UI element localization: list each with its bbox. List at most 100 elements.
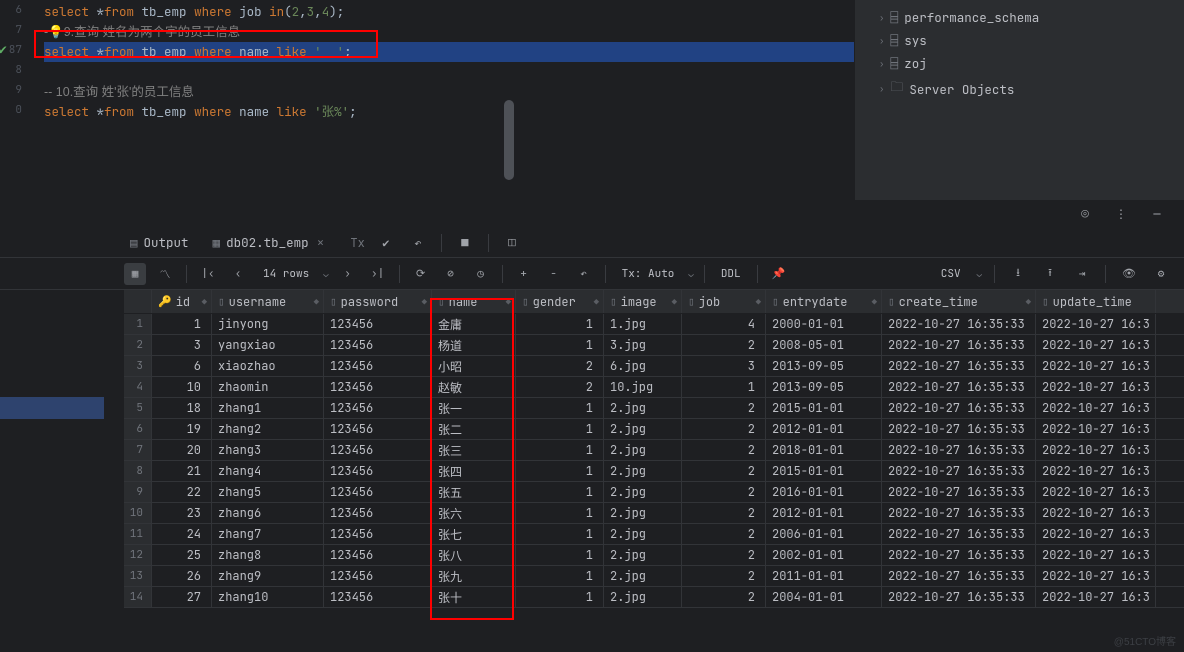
table-row[interactable]: 518zhang1123456张一12.jpg22015-01-012022-1… — [124, 398, 1184, 419]
cell-password[interactable]: 123456 — [324, 566, 432, 586]
cell-update-time[interactable]: 2022-10-27 16:3 — [1036, 398, 1156, 418]
cell-update-time[interactable]: 2022-10-27 16:3 — [1036, 377, 1156, 397]
csv-button[interactable]: CSV — [935, 267, 967, 281]
cell-id[interactable]: 19 — [152, 419, 212, 439]
cell-username[interactable]: jinyong — [212, 314, 324, 334]
download-icon[interactable]: ⭳ — [1007, 263, 1029, 285]
cell-id[interactable]: 23 — [152, 503, 212, 523]
cell-gender[interactable]: 1 — [516, 335, 604, 355]
target-icon[interactable]: ◎ — [1074, 203, 1096, 225]
col-header-name[interactable]: ▯name◆ — [432, 290, 516, 313]
cell-gender[interactable]: 2 — [516, 356, 604, 376]
col-header-password[interactable]: ▯password◆ — [324, 290, 432, 313]
table-row[interactable]: 1124zhang7123456张七12.jpg22006-01-012022-… — [124, 524, 1184, 545]
eye-icon[interactable]: 👁 — [1118, 263, 1140, 285]
cell-name[interactable]: 张八 — [432, 545, 516, 565]
revert-icon[interactable]: ↶ — [573, 263, 595, 285]
code-line[interactable]: select *from tb_emp where job in(2,3,4); — [44, 2, 854, 22]
upload-icon[interactable]: ⭱ — [1039, 263, 1061, 285]
layout-icon[interactable]: ◫ — [501, 232, 523, 254]
cell-job[interactable]: 2 — [682, 482, 766, 502]
table-row[interactable]: 821zhang4123456张四12.jpg22015-01-012022-1… — [124, 461, 1184, 482]
cell-name[interactable]: 张六 — [432, 503, 516, 523]
last-page-icon[interactable]: ›| — [367, 263, 389, 285]
cell-username[interactable]: zhaomin — [212, 377, 324, 397]
cell-username[interactable]: zhang7 — [212, 524, 324, 544]
cell-image[interactable]: 2.jpg — [604, 482, 682, 502]
cell-id[interactable]: 22 — [152, 482, 212, 502]
table-row[interactable]: 36xiaozhao123456小昭26.jpg32013-09-052022-… — [124, 356, 1184, 377]
cell-update-time[interactable]: 2022-10-27 16:3 — [1036, 566, 1156, 586]
cell-gender[interactable]: 1 — [516, 524, 604, 544]
rollback-icon[interactable]: ↶ — [407, 232, 429, 254]
first-page-icon[interactable]: |‹ — [197, 263, 219, 285]
cell-name[interactable]: 张二 — [432, 419, 516, 439]
cell-password[interactable]: 123456 — [324, 419, 432, 439]
cell-gender[interactable]: 1 — [516, 419, 604, 439]
cell-name[interactable]: 杨道 — [432, 335, 516, 355]
col-header-job[interactable]: ▯job◆ — [682, 290, 766, 313]
cell-entrydate[interactable]: 2006-01-01 — [766, 524, 882, 544]
cell-create-time[interactable]: 2022-10-27 16:35:33 — [882, 503, 1036, 523]
table-row[interactable]: 1225zhang8123456张八12.jpg22002-01-012022-… — [124, 545, 1184, 566]
cell-password[interactable]: 123456 — [324, 440, 432, 460]
cell-password[interactable]: 123456 — [324, 461, 432, 481]
col-header-image[interactable]: ▯image◆ — [604, 290, 682, 313]
table-row[interactable]: 1326zhang9123456张九12.jpg22011-01-012022-… — [124, 566, 1184, 587]
cell-name[interactable]: 金庸 — [432, 314, 516, 334]
code-line[interactable]: -💡9.查询 姓名为两个字的员工信息 — [44, 22, 854, 42]
cell-update-time[interactable]: 2022-10-27 16:3 — [1036, 587, 1156, 607]
next-page-icon[interactable]: › — [337, 263, 359, 285]
cell-entrydate[interactable]: 2016-01-01 — [766, 482, 882, 502]
close-icon[interactable]: × — [317, 234, 325, 251]
cell-entrydate[interactable]: 2015-01-01 — [766, 398, 882, 418]
col-header-gender[interactable]: ▯gender◆ — [516, 290, 604, 313]
cell-name[interactable]: 张一 — [432, 398, 516, 418]
cell-id[interactable]: 3 — [152, 335, 212, 355]
tree-item-performance-schema[interactable]: ›⌸performance_schema — [865, 6, 1174, 29]
stop-query-icon[interactable]: ⊘ — [440, 263, 462, 285]
cell-username[interactable]: yangxiao — [212, 335, 324, 355]
cell-entrydate[interactable]: 2011-01-01 — [766, 566, 882, 586]
cell-username[interactable]: zhang8 — [212, 545, 324, 565]
cell-password[interactable]: 123456 — [324, 545, 432, 565]
cell-image[interactable]: 2.jpg — [604, 524, 682, 544]
col-header-id[interactable]: 🔑id◆ — [152, 290, 212, 313]
cell-create-time[interactable]: 2022-10-27 16:35:33 — [882, 587, 1036, 607]
code-line-active[interactable]: select *from tb_emp where name like '__'… — [44, 42, 854, 62]
cell-update-time[interactable]: 2022-10-27 16:3 — [1036, 419, 1156, 439]
cell-id[interactable]: 26 — [152, 566, 212, 586]
chart-view-icon[interactable]: 〽 — [154, 263, 176, 285]
cell-update-time[interactable]: 2022-10-27 16:3 — [1036, 335, 1156, 355]
cell-job[interactable]: 2 — [682, 503, 766, 523]
cell-password[interactable]: 123456 — [324, 314, 432, 334]
col-header-username[interactable]: ▯username◆ — [212, 290, 324, 313]
delete-row-icon[interactable]: − — [543, 263, 565, 285]
cell-update-time[interactable]: 2022-10-27 16:3 — [1036, 482, 1156, 502]
import-icon[interactable]: ⇥ — [1071, 263, 1093, 285]
rows-count[interactable]: 14 rows — [257, 267, 315, 281]
cell-name[interactable]: 赵敏 — [432, 377, 516, 397]
cell-job[interactable]: 4 — [682, 314, 766, 334]
table-row[interactable]: 11jinyong123456金庸11.jpg42000-01-012022-1… — [124, 314, 1184, 335]
cell-job[interactable]: 3 — [682, 356, 766, 376]
grid-view-icon[interactable]: ▦ — [124, 263, 146, 285]
code-line[interactable] — [44, 62, 854, 82]
cell-update-time[interactable]: 2022-10-27 16:3 — [1036, 503, 1156, 523]
cell-gender[interactable]: 1 — [516, 482, 604, 502]
cell-username[interactable]: zhang10 — [212, 587, 324, 607]
cell-job[interactable]: 2 — [682, 461, 766, 481]
cell-create-time[interactable]: 2022-10-27 16:35:33 — [882, 419, 1036, 439]
cell-gender[interactable]: 1 — [516, 440, 604, 460]
cell-username[interactable]: zhang9 — [212, 566, 324, 586]
cell-password[interactable]: 123456 — [324, 587, 432, 607]
cell-create-time[interactable]: 2022-10-27 16:35:33 — [882, 377, 1036, 397]
cell-id[interactable]: 24 — [152, 524, 212, 544]
cell-gender[interactable]: 1 — [516, 545, 604, 565]
cell-username[interactable]: zhang4 — [212, 461, 324, 481]
cell-entrydate[interactable]: 2012-01-01 — [766, 419, 882, 439]
cell-image[interactable]: 2.jpg — [604, 419, 682, 439]
cell-image[interactable]: 2.jpg — [604, 545, 682, 565]
cell-gender[interactable]: 1 — [516, 461, 604, 481]
cell-id[interactable]: 21 — [152, 461, 212, 481]
